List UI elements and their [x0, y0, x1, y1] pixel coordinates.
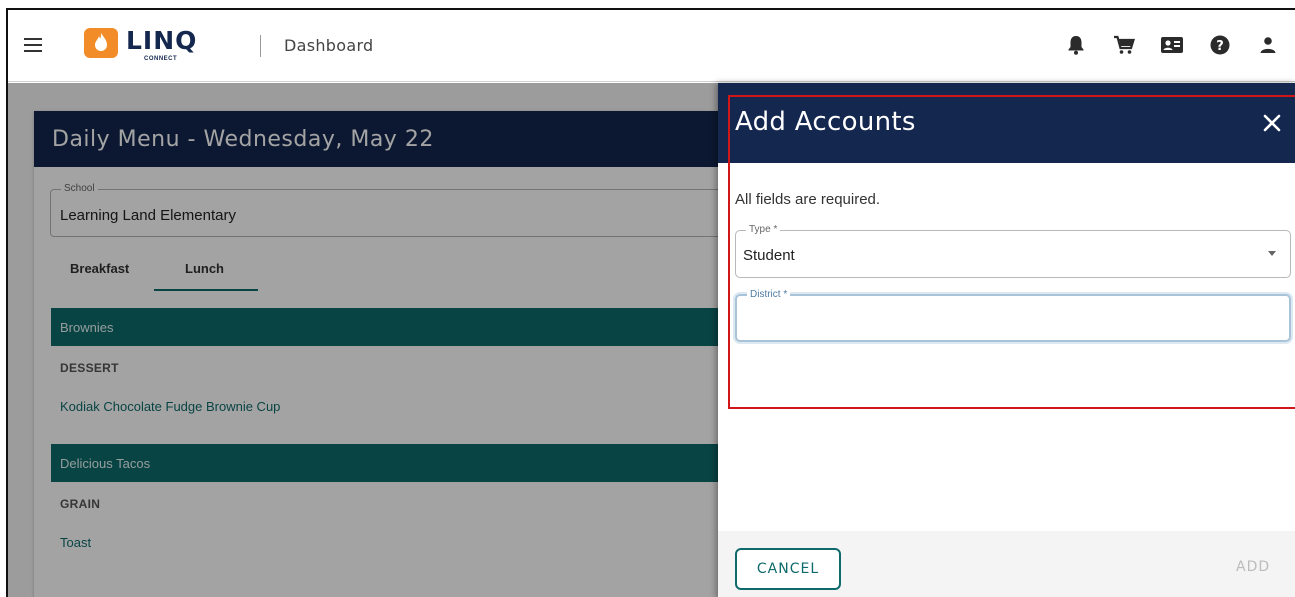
district-label: District *	[747, 289, 791, 300]
app-window: LINQ CONNECT Dashboard ? Daily Menu - We…	[6, 8, 1295, 597]
menu-icon[interactable]	[24, 38, 44, 54]
cancel-button[interactable]: CANCEL	[735, 548, 841, 590]
type-select[interactable]: Type * Student	[735, 224, 1291, 278]
modal-backdrop[interactable]	[8, 83, 718, 597]
type-label: Type *	[746, 224, 781, 235]
type-value: Student	[743, 247, 795, 264]
top-bar: LINQ CONNECT Dashboard ?	[8, 10, 1295, 82]
required-fields-note: All fields are required.	[735, 191, 881, 208]
logo-subtext: CONNECT	[144, 56, 178, 62]
logo-badge	[84, 28, 118, 58]
svg-text:?: ?	[1216, 39, 1224, 54]
add-accounts-drawer: Add Accounts All fields are required. Ty…	[718, 83, 1295, 597]
linq-logo[interactable]: LINQ CONNECT	[84, 24, 214, 64]
close-icon[interactable]	[1260, 111, 1284, 135]
district-input[interactable]	[743, 310, 1283, 334]
cart-icon[interactable]	[1111, 32, 1137, 58]
header-actions: ?	[1063, 32, 1281, 58]
help-icon[interactable]: ?	[1207, 32, 1233, 58]
add-button[interactable]: ADD	[1236, 559, 1270, 575]
notifications-icon[interactable]	[1063, 32, 1089, 58]
drawer-footer: CANCEL ADD	[718, 531, 1295, 597]
district-field[interactable]: District *	[735, 289, 1291, 342]
dropdown-arrow-icon	[1268, 251, 1276, 256]
header-divider	[260, 35, 261, 57]
drawer-title: Add Accounts	[735, 107, 916, 137]
breadcrumb: Dashboard	[284, 36, 374, 55]
drawer-header: Add Accounts	[718, 83, 1295, 163]
logo-text: LINQ	[126, 26, 198, 55]
contact-card-icon[interactable]	[1159, 32, 1185, 58]
account-icon[interactable]	[1255, 32, 1281, 58]
